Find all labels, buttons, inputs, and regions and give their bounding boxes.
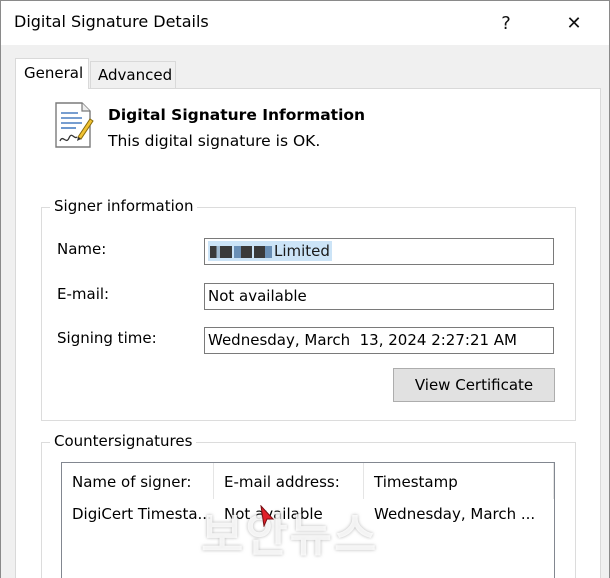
signer-name-cell: DigiCert Timesta... [72,505,212,523]
column-header-name-of-signer[interactable]: Name of signer: [62,463,214,499]
watermark-text: 보안뉴스 [201,508,379,562]
signer-information-group: Signer information Name: Limited E-mail:… [41,197,576,421]
list-header: Name of signer: E-mail address: Timestam… [62,463,554,499]
window-title: Digital Signature Details [14,12,209,31]
help-button[interactable]: ? [483,1,529,45]
name-field[interactable]: Limited [204,238,554,265]
tab-advanced[interactable]: Advanced [90,61,176,88]
email-field[interactable]: Not available [204,283,554,310]
view-certificate-button[interactable]: View Certificate [393,368,555,402]
redacted-text-2 [234,245,252,258]
digital-signature-details-dialog: Digital Signature Details ? ✕ General Ad… [0,0,610,578]
signing-time-label: Signing time: [57,329,157,347]
signature-status-text: This digital signature is OK. [108,132,321,150]
name-selection: Limited [208,241,332,261]
name-value: Limited [274,242,330,260]
mouse-pointer-icon [260,505,275,527]
signer-information-legend: Signer information [50,197,198,215]
signature-info-heading: Digital Signature Information [108,106,366,124]
signing-time-field[interactable]: Wednesday, March 13, 2024 2:27:21 AM [204,327,554,354]
signed-document-icon [55,102,94,148]
name-label: Name: [57,240,107,258]
column-header-email-address[interactable]: E-mail address: [214,463,364,499]
email-label: E-mail: [57,285,110,303]
close-icon: ✕ [566,12,582,34]
column-header-timestamp[interactable]: Timestamp [364,463,554,499]
close-button[interactable]: ✕ [551,1,597,45]
redacted-text-1 [210,245,232,258]
timestamp-cell: Wednesday, March ... [374,505,536,523]
countersignatures-legend: Countersignatures [50,432,197,450]
title-bar[interactable]: Digital Signature Details ? ✕ [1,1,609,45]
tab-general[interactable]: General [15,58,89,89]
help-icon: ? [501,12,511,34]
redacted-text-3 [254,245,272,258]
